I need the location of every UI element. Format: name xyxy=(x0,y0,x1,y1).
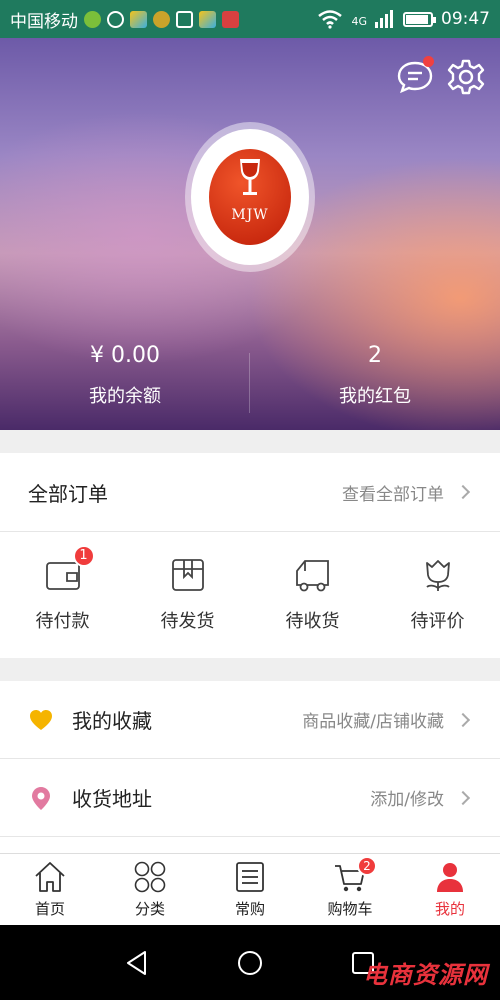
balance-value: ¥ 0.00 xyxy=(90,343,160,368)
stats-divider xyxy=(249,353,250,413)
image-notification-icon xyxy=(176,10,193,28)
address-row[interactable]: 收货地址 添加/修改 xyxy=(0,759,500,837)
back-icon[interactable] xyxy=(123,949,151,977)
view-all-orders-link[interactable]: 查看全部订单 xyxy=(342,480,444,505)
order-pending-receipt[interactable]: 待收货 xyxy=(250,532,375,657)
order-pending-review[interactable]: 待评价 xyxy=(375,532,500,657)
brand-logo: MJW xyxy=(209,149,291,245)
wallet-stats: ¥ 0.00 我的余额 2 我的红包 xyxy=(0,343,500,423)
app-notification-icon xyxy=(130,10,147,28)
app-notification-icon xyxy=(153,10,170,28)
gear-icon xyxy=(447,59,485,95)
carrier-name: 中国移动 xyxy=(10,11,78,32)
address-detail: 添加/修改 xyxy=(370,790,444,810)
tab-category-label: 分类 xyxy=(134,900,165,918)
red-packet-stat[interactable]: 2 我的红包 xyxy=(250,343,500,423)
wifi-icon xyxy=(318,10,343,29)
logo-text: MJW xyxy=(231,207,269,223)
list-icon xyxy=(233,860,267,894)
box-icon xyxy=(170,557,206,593)
tab-mine-label: 我的 xyxy=(434,900,465,918)
pending-payment-badge: 1 xyxy=(72,544,95,567)
favorites-detail: 商品收藏/店铺收藏 xyxy=(302,712,444,732)
signal-icon xyxy=(375,10,393,28)
battery-icon xyxy=(403,11,436,27)
chevron-right-icon xyxy=(455,712,471,727)
order-pending-shipment-label: 待发货 xyxy=(160,610,215,632)
tab-mine[interactable]: 我的 xyxy=(400,854,500,925)
truck-icon xyxy=(295,557,331,593)
app-notification-icon xyxy=(222,10,239,28)
chevron-right-icon xyxy=(455,790,471,805)
user-icon xyxy=(433,860,467,894)
location-pin-icon xyxy=(32,786,50,810)
message-unread-dot xyxy=(423,56,434,67)
account-list: 我的收藏 商品收藏/店铺收藏 收货地址 添加/修改 xyxy=(0,681,500,853)
favorites-title: 我的收藏 xyxy=(72,709,152,733)
order-pending-payment[interactable]: 1 待付款 xyxy=(0,532,125,657)
message-button[interactable] xyxy=(396,56,434,96)
balance-label: 我的余额 xyxy=(89,386,161,407)
tab-frequent-label: 常购 xyxy=(234,900,265,918)
home-icon xyxy=(33,860,67,894)
system-nav-bar: 电商资源网 xyxy=(0,925,500,1000)
flower-icon xyxy=(420,557,456,593)
balance-stat[interactable]: ¥ 0.00 我的余额 xyxy=(0,343,250,423)
app-notification-icon xyxy=(199,10,216,28)
tab-cart[interactable]: 2 购物车 xyxy=(300,854,400,925)
wallet-icon: 1 xyxy=(45,544,95,593)
status-bar: 中国移动 4G 09:47 xyxy=(0,0,500,38)
order-pending-review-label: 待评价 xyxy=(410,610,465,632)
tab-category[interactable]: 分类 xyxy=(100,854,200,925)
wine-glass-icon xyxy=(240,159,260,195)
settings-button[interactable] xyxy=(447,58,485,96)
clock: 09:47 xyxy=(441,9,490,29)
home-circle-icon[interactable] xyxy=(236,949,264,977)
chevron-right-icon xyxy=(455,484,471,500)
cart-icon: 2 xyxy=(333,856,377,894)
cart-badge: 2 xyxy=(357,856,377,876)
notification-icons xyxy=(84,10,239,28)
network-type: 4G xyxy=(351,15,367,28)
red-packet-value: 2 xyxy=(368,343,382,368)
address-title: 收货地址 xyxy=(72,787,152,811)
favorites-row[interactable]: 我的收藏 商品收藏/店铺收藏 xyxy=(0,681,500,759)
profile-header: MJW ¥ 0.00 我的余额 2 我的红包 xyxy=(0,38,500,430)
tab-frequent[interactable]: 常购 xyxy=(200,854,300,925)
app-notification-icon xyxy=(84,10,101,28)
order-pending-payment-label: 待付款 xyxy=(35,610,90,632)
grid-icon xyxy=(133,860,167,894)
watermark-logo: 电商资源网 xyxy=(363,961,488,989)
app-notification-icon xyxy=(107,10,124,28)
order-pending-shipment[interactable]: 待发货 xyxy=(125,532,250,657)
tab-home[interactable]: 首页 xyxy=(0,854,100,925)
tab-home-label: 首页 xyxy=(34,900,65,918)
bottom-tab-bar: 首页 分类 常购 2 购物车 我的 xyxy=(0,853,500,925)
heart-icon xyxy=(30,709,52,730)
all-orders-row[interactable]: 全部订单 查看全部订单 xyxy=(0,453,500,531)
avatar[interactable]: MJW xyxy=(191,129,309,265)
orders-section: 全部订单 查看全部订单 1 待付款 待发货 待收货 待评价 xyxy=(0,453,500,658)
order-pending-receipt-label: 待收货 xyxy=(285,610,340,632)
order-status-bar: 1 待付款 待发货 待收货 待评价 xyxy=(0,531,500,657)
orders-title: 全部订单 xyxy=(28,481,108,506)
red-packet-label: 我的红包 xyxy=(339,386,411,407)
tab-cart-label: 购物车 xyxy=(327,900,373,918)
